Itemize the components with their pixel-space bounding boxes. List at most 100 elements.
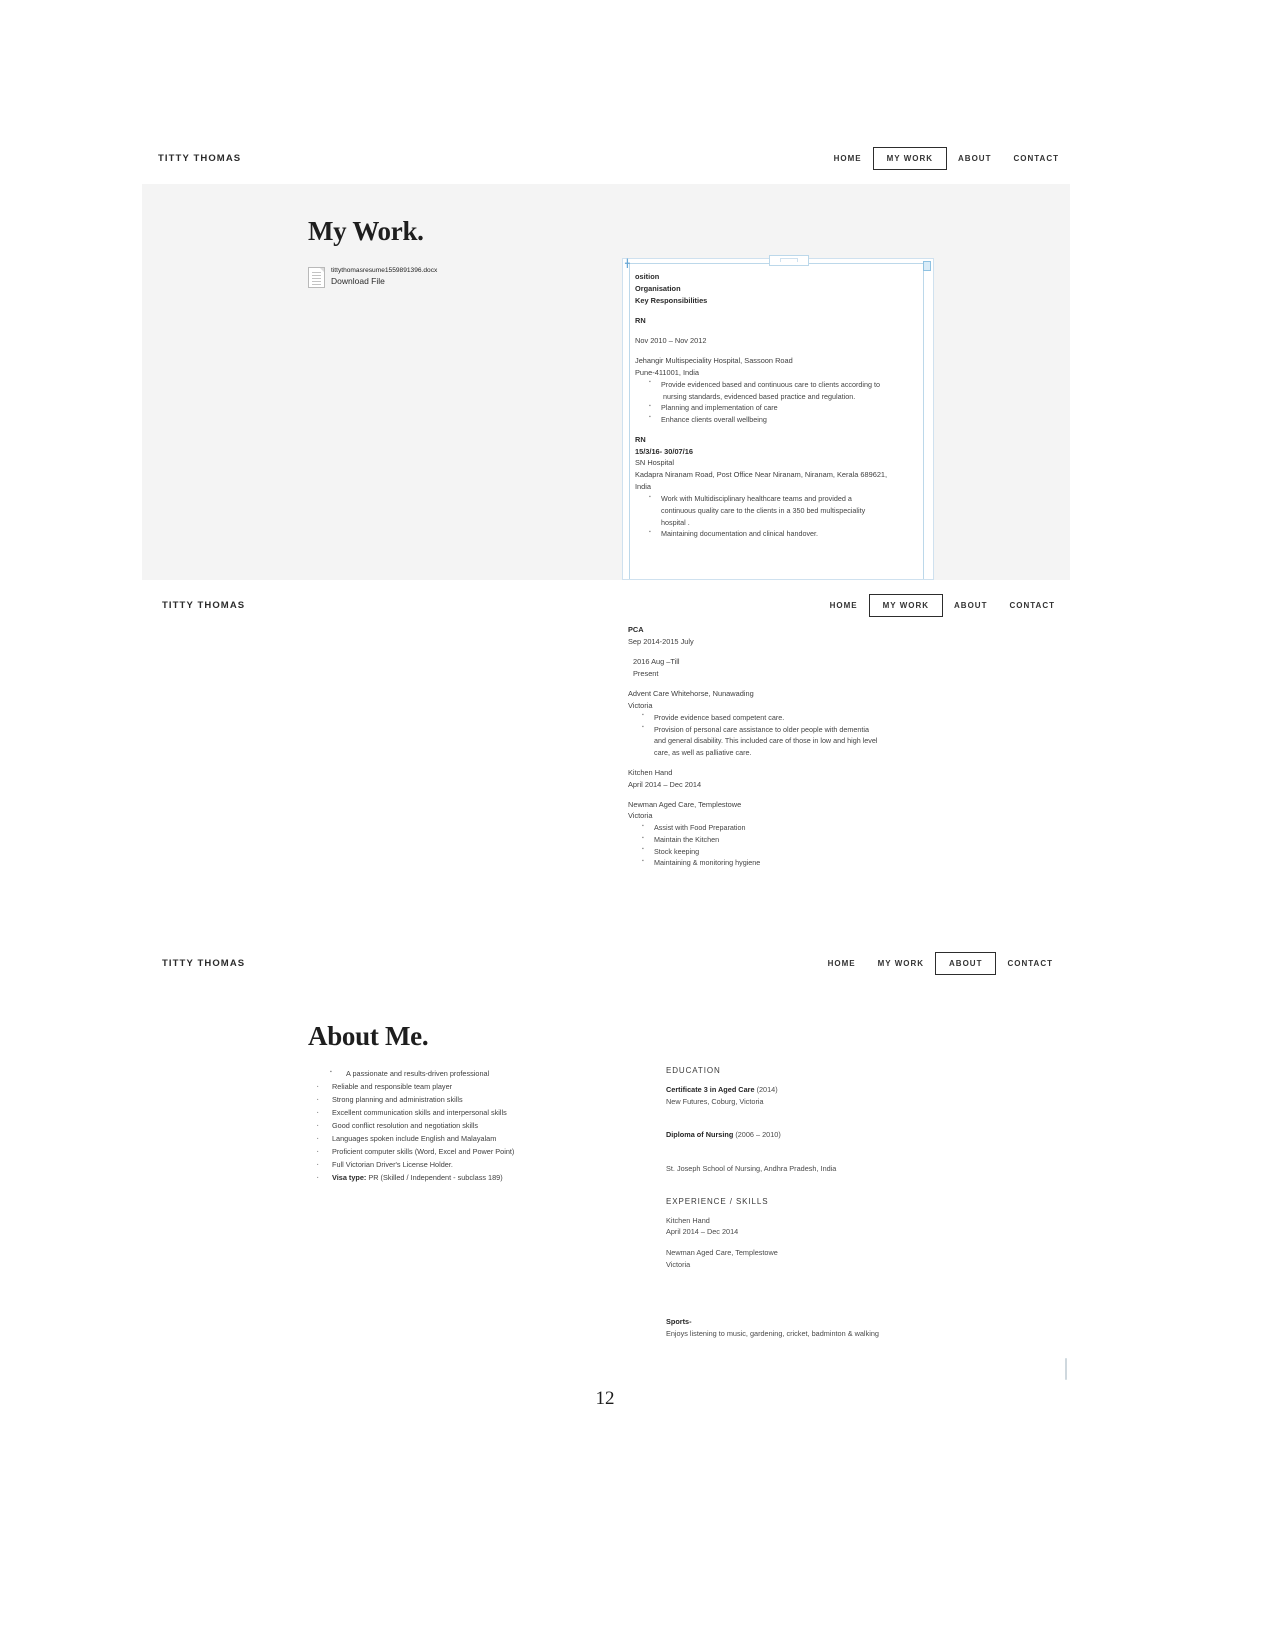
sports-label: Sports- [666,1316,996,1328]
doc-bullet-line: Maintain the Kitchen [654,835,720,845]
sports-detail: Enjoys listening to music, gardening, cr… [666,1329,879,1339]
doc-bullet-line: Planning and implementation of care [661,403,778,413]
list-item: Full Victorian Driver's License Holder. [310,1156,610,1174]
doc-line: osition [635,272,660,281]
doc-bullet-list-1: Provide evidenced based and continuous c… [635,378,917,426]
file-name: tittythomasresume1559891396.docx [331,267,438,274]
main-nav-3: HOME MY WORK ABOUT CONTACT [817,951,1064,975]
download-file-row[interactable]: tittythomasresume1559891396.docx Downloa… [308,267,437,288]
doc-line: Sep 2014-2015 July [628,636,694,646]
doc-bullet-line: continuous quality care to the clients i… [661,506,866,516]
doc-line: 2016 Aug –Till [633,656,680,666]
document-preview-frame[interactable]: ╋ osition Organisation Key Responsibilit… [622,255,934,580]
visa-value: PR (Skilled / Independent - subclass 189… [366,1172,503,1182]
doc-bullet-item: Stock keeping [642,845,948,858]
visa-label: Visa type: [332,1172,367,1182]
list-item: Good conflict resolution and negotiation… [310,1117,610,1135]
doc-line: Key Responsibilities [635,295,708,305]
site-header-3: TITTY THOMAS HOME MY WORK ABOUT CONTACT [162,951,1064,975]
nav-item-contact[interactable]: CONTACT [1002,147,1070,170]
site-brand: TITTY THOMAS [158,152,242,164]
doc-bullet-line: Work with Multidisciplinary healthcare t… [661,494,852,504]
site-header-2: TITTY THOMAS HOME MY WORK ABOUT CONTACT [162,593,1066,617]
doc-bullet-item: Maintain the Kitchen [642,834,948,846]
nav-item-contact[interactable]: CONTACT [996,952,1064,975]
scrollbar-thumb[interactable] [1065,1358,1067,1380]
doc-line: Nov 2010 – Nov 2012 [635,335,707,345]
list-item: Reliable and responsible team player [310,1078,610,1096]
doc-ruler-right [923,263,924,579]
doc-bullet-item: Assist with Food Preparation [642,822,948,834]
doc-line: India [635,482,652,492]
site-brand: TITTY THOMAS [162,599,246,611]
doc-line: RN [635,434,646,444]
nav-item-my-work[interactable]: MY WORK [868,593,944,617]
doc-line: Present [633,668,659,678]
doc-bullet-line: Maintaining documentation and clinical h… [661,529,819,539]
work-continued-content: PCA Sep 2014-2015 July 2016 Aug –Till Pr… [628,624,948,869]
doc-bullet-line: Assist with Food Preparation [654,823,746,833]
doc-line: Organisation [635,283,681,293]
doc-bullet-line: Provide evidence based competent care. [654,712,785,722]
about-skills-list: A passionate and results-driven professi… [310,1068,610,1187]
list-item: A passionate and results-driven professi… [310,1068,610,1081]
doc-bullet-item: Provide evidence based competent care. [642,711,948,724]
main-nav-1: HOME MY WORK ABOUT CONTACT [823,146,1070,170]
nav-item-my-work[interactable]: MY WORK [872,146,948,170]
education-item-detail: New Futures, Coburg, Victoria [666,1096,764,1106]
document-page: TITTY THOMAS HOME MY WORK ABOUT CONTACT … [0,0,1275,1651]
doc-line: Advent Care Whitehorse, Nunawading [628,688,754,698]
nav-item-my-work[interactable]: MY WORK [867,952,935,975]
about-skills-column: A passionate and results-driven professi… [310,1068,610,1187]
doc-line: Kadapra Niranam Road, Post Office Near N… [635,470,888,480]
doc-line: Victoria [628,811,653,821]
doc-ruler-tab [769,255,809,266]
nav-item-home[interactable]: HOME [819,594,869,617]
document-icon [308,267,325,288]
list-item: Languages spoken include English and Mal… [310,1130,610,1148]
list-item-visa: Visa type: PR (Skilled / Independent - s… [310,1169,610,1187]
doc-line: RN [635,315,646,325]
doc-ruler-left [629,263,630,579]
nav-item-about[interactable]: ABOUT [943,594,998,617]
education-item-title: Diploma of Nursing (2006 – 2010) [666,1129,996,1141]
main-nav-2: HOME MY WORK ABOUT CONTACT [819,593,1066,617]
site-brand: TITTY THOMAS [162,957,246,969]
document-content: osition Organisation Key Responsibilitie… [635,271,917,577]
doc-bullet-item: Maintaining & monitoring hygiene [642,857,948,869]
experience-line: Newman Aged Care, Templestowe [666,1248,778,1258]
education-year: (2006 – 2010) [733,1130,781,1140]
doc-bullet-item: Maintaining documentation and clinical h… [649,528,917,540]
experience-line: Kitchen Hand [666,1215,710,1225]
doc-line: SN Hospital [635,458,675,468]
doc-bullet-item: Provision of personal care assistance to… [642,723,948,759]
nav-item-about[interactable]: ABOUT [935,951,997,975]
doc-indent-marker-icon: ╋ [625,259,630,268]
doc-bullet-line: and general disability. This included ca… [654,736,878,746]
nav-item-about[interactable]: ABOUT [947,147,1002,170]
download-file-link[interactable]: Download File [331,276,437,287]
doc-bullet-line: care, as well as palliative care. [654,747,752,757]
doc-indent-marker-right-icon [923,261,931,271]
doc-bullet-line: Enhance clients overall wellbeing [661,414,767,424]
nav-item-home[interactable]: HOME [817,952,867,975]
doc-bullet-list-2: Work with Multidisciplinary healthcare t… [635,493,917,540]
site-header-1: TITTY THOMAS HOME MY WORK ABOUT CONTACT [158,146,1070,170]
list-item: Proficient computer skills (Word, Excel … [310,1143,610,1161]
doc-bullet-line: nursing standards, evidenced based pract… [663,391,856,401]
doc-bullet-line: Stock keeping [654,846,700,856]
list-item: Strong planning and administration skill… [310,1091,610,1109]
nav-item-contact[interactable]: CONTACT [998,594,1066,617]
doc-line: Jehangir Multispeciality Hospital, Sasso… [635,355,793,365]
page-number: 12 [595,1388,615,1409]
nav-item-home[interactable]: HOME [823,147,873,170]
doc-bullet-line: hospital . [661,517,690,527]
doc-bullet-item: Planning and implementation of care [649,402,917,414]
doc-line: 15/3/16- 30/07/16 [635,446,693,456]
experience-line: Victoria [666,1259,691,1269]
education-item-detail: St. Joseph School of Nursing, Andhra Pra… [666,1164,837,1174]
education-item-title: Certificate 3 in Aged Care (2014) [666,1084,996,1096]
doc-line: PCA [628,625,644,634]
sports-label-text: Sports- [666,1317,692,1327]
experience-heading: EXPERIENCE / SKILLS [666,1196,769,1206]
